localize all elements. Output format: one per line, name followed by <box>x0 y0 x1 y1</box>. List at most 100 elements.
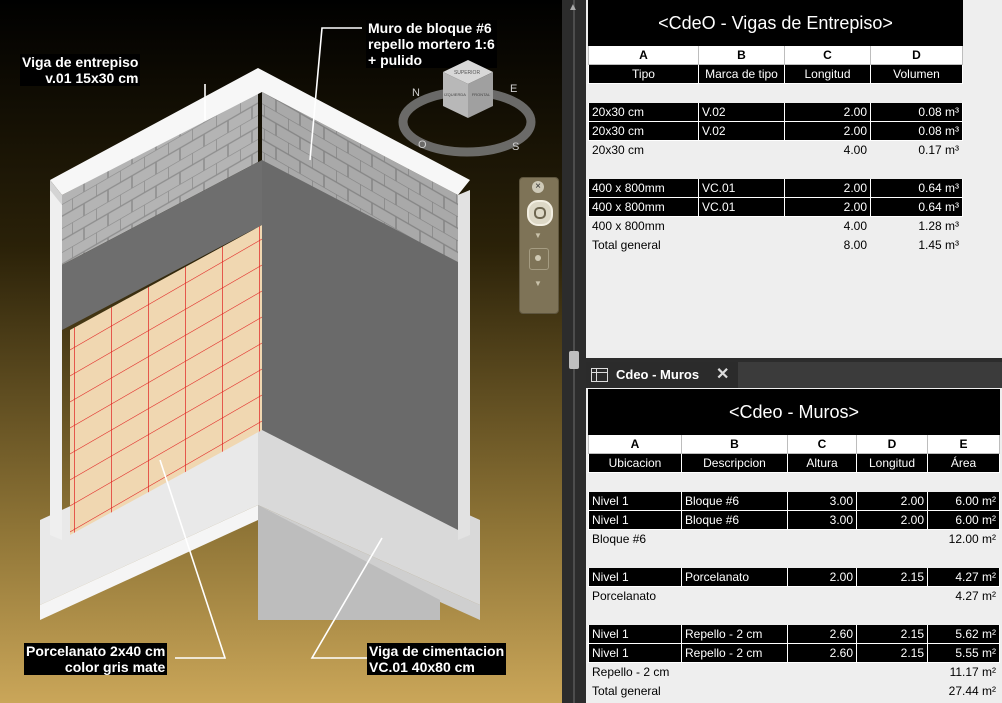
subtotal-row-cell: 4.27 m² <box>926 586 1001 606</box>
blank-row-cell <box>926 605 1001 625</box>
zoom-dropdown-icon[interactable]: ▼ <box>534 280 542 288</box>
blank-row <box>588 83 963 103</box>
navigation-bar: × ▼ ▼ <box>519 177 559 314</box>
subtotal-row-cell: 27.44 m² <box>926 681 1001 701</box>
table-row-cell: 2.00 <box>784 102 871 122</box>
subtotal-row-cell: Repello - 2 cm <box>588 662 682 682</box>
subtotal-row-cell <box>681 681 788 701</box>
subtotal-row-cell: 20x30 cm <box>588 140 699 160</box>
table-row: Nivel 1 Bloque #6 3.00 2.00 6.00 m² <box>588 491 1001 511</box>
subtotal-row-cell: 8.00 <box>784 235 871 255</box>
table-row-cell: 2.00 <box>784 197 871 217</box>
column-letter-row-cell[interactable]: A <box>588 434 682 454</box>
subtotal-row-cell: Total general <box>588 681 682 701</box>
vertical-splitter[interactable]: ▲ <box>562 0 586 703</box>
column-header-row-cell[interactable]: Área <box>926 453 1001 473</box>
table-row-cell: V.02 <box>698 121 785 141</box>
column-header-row-cell[interactable]: Volumen <box>870 64 963 84</box>
subtotal-row-cell: 1.28 m³ <box>870 216 963 236</box>
table-row-cell: Nivel 1 <box>588 491 682 511</box>
compass-west[interactable]: O <box>418 139 427 151</box>
3d-viewport[interactable]: Viga de entrepiso v.01 15x30 cm Muro de … <box>0 0 562 703</box>
blank-row-cell <box>787 472 857 492</box>
navbar-dropdown-icon[interactable]: ▼ <box>534 232 542 240</box>
column-letter-row-cell[interactable]: C <box>784 45 871 65</box>
callout-viga-entrepiso: Viga de entrepiso v.01 15x30 cm <box>20 54 141 86</box>
subtotal-row-cell: 4.00 <box>784 216 871 236</box>
schedule-vigas-title: <CdeO - Vigas de Entrepiso> <box>588 0 963 46</box>
blank-row <box>588 159 963 179</box>
compass-east[interactable]: E <box>510 83 517 95</box>
blank-row-cell <box>856 472 928 492</box>
blank-row-cell <box>588 83 699 103</box>
tab-close-icon[interactable]: ✕ <box>716 362 729 388</box>
zoom-region-icon[interactable] <box>529 248 549 270</box>
subtotal-row-cell: 0.17 m³ <box>870 140 963 160</box>
table-row-cell: 3.00 <box>787 491 857 511</box>
column-letter-row-cell[interactable]: D <box>870 45 963 65</box>
navbar-close-icon[interactable]: × <box>532 181 544 193</box>
subtotal-row-cell <box>787 662 857 682</box>
table-row-cell: 0.08 m³ <box>870 102 963 122</box>
column-header-row-cell[interactable]: Tipo <box>588 64 699 84</box>
subtotal-row-cell: 11.17 m² <box>926 662 1001 682</box>
table-row-cell: 400 x 800mm <box>588 178 699 198</box>
table-row-cell: 400 x 800mm <box>588 197 699 217</box>
table-row: 20x30 cm V.02 2.00 0.08 m³ <box>588 121 963 141</box>
scroll-up-arrow-icon[interactable]: ▲ <box>568 3 578 13</box>
column-letter-row-cell[interactable]: D <box>856 434 928 454</box>
subtotal-row-cell <box>681 662 788 682</box>
tab-cdeo-muros[interactable]: Cdeo - Muros ✕ <box>586 362 738 388</box>
blank-row-cell <box>856 548 928 568</box>
table-row-cell: VC.01 <box>698 197 785 217</box>
column-letter-row: ABCDE <box>588 434 1001 454</box>
table-row-cell: Repello - 2 cm <box>681 643 788 663</box>
column-header-row-cell[interactable]: Longitud <box>856 453 928 473</box>
table-row-cell: 2.00 <box>856 491 928 511</box>
subtotal-row: Bloque #6 12.00 m² <box>588 529 1001 549</box>
column-letter-row-cell[interactable]: B <box>698 45 785 65</box>
table-row: Nivel 1 Repello - 2 cm 2.60 2.15 5.55 m² <box>588 643 1001 663</box>
column-letter-row-cell[interactable]: C <box>787 434 857 454</box>
table-row-cell: 2.00 <box>787 567 857 587</box>
column-header-row-cell[interactable]: Altura <box>787 453 857 473</box>
schedule-muros-title: <Cdeo - Muros> <box>587 389 1001 435</box>
subtotal-row: 20x30 cm 4.00 0.17 m³ <box>588 140 963 160</box>
subtotal-row-cell: Porcelanato <box>588 586 682 606</box>
blank-row-cell <box>588 159 699 179</box>
viewcube-face-izquierda: IZQUIERDA <box>444 92 466 97</box>
column-header-row-cell[interactable]: Longitud <box>784 64 871 84</box>
steering-wheel-icon[interactable] <box>527 200 553 226</box>
table-row: Nivel 1 Porcelanato 2.00 2.15 4.27 m² <box>588 567 1001 587</box>
table-row-cell: 6.00 m² <box>926 510 1001 530</box>
table-row-cell: Nivel 1 <box>588 624 682 644</box>
column-letter-row-cell[interactable]: A <box>588 45 699 65</box>
compass-south[interactable]: S <box>512 141 519 153</box>
column-header-row-cell[interactable]: Descripcion <box>681 453 788 473</box>
column-header-row-cell[interactable]: Ubicacion <box>588 453 682 473</box>
subtotal-row-cell: Bloque #6 <box>588 529 682 549</box>
subtotal-row-cell: 1.45 m³ <box>870 235 963 255</box>
callout-porcelanato: Porcelanato 2x40 cm color gris mate <box>24 643 168 675</box>
subtotal-row-cell <box>787 681 857 701</box>
blank-row-cell <box>856 605 928 625</box>
schedule-vigas-table: <CdeO - Vigas de Entrepiso> A B C D Tipo Marc… <box>588 0 963 255</box>
table-row-cell: 20x30 cm <box>588 102 699 122</box>
table-row: Nivel 1 Repello - 2 cm 2.60 2.15 5.62 m² <box>588 624 1001 644</box>
table-row-cell: 2.60 <box>787 624 857 644</box>
column-letter-row-cell[interactable]: B <box>681 434 788 454</box>
subtotal-row-cell: Total general <box>588 235 699 255</box>
viewcube[interactable]: SUPERIOR IZQUIERDA FRONTAL N E S O <box>398 52 536 160</box>
blank-row-cell <box>784 159 871 179</box>
compass-north[interactable]: N <box>412 87 420 99</box>
blank-row-cell <box>681 605 788 625</box>
table-row-cell: Nivel 1 <box>588 510 682 530</box>
schedule-muros-pane: Cdeo - Muros ✕ <Cdeo - Muros> A B C D E Ubica… <box>586 362 1002 703</box>
table-row-cell: 3.00 <box>787 510 857 530</box>
subtotal-row: 400 x 800mm 4.00 1.28 m³ <box>588 216 963 236</box>
viewcube-face-superior: SUPERIOR <box>454 70 481 76</box>
scrollbar-thumb[interactable] <box>569 351 579 369</box>
column-letter-row-cell[interactable]: E <box>926 434 1001 454</box>
subtotal-row-cell <box>681 586 788 606</box>
column-header-row-cell[interactable]: Marca de tipo <box>698 64 785 84</box>
